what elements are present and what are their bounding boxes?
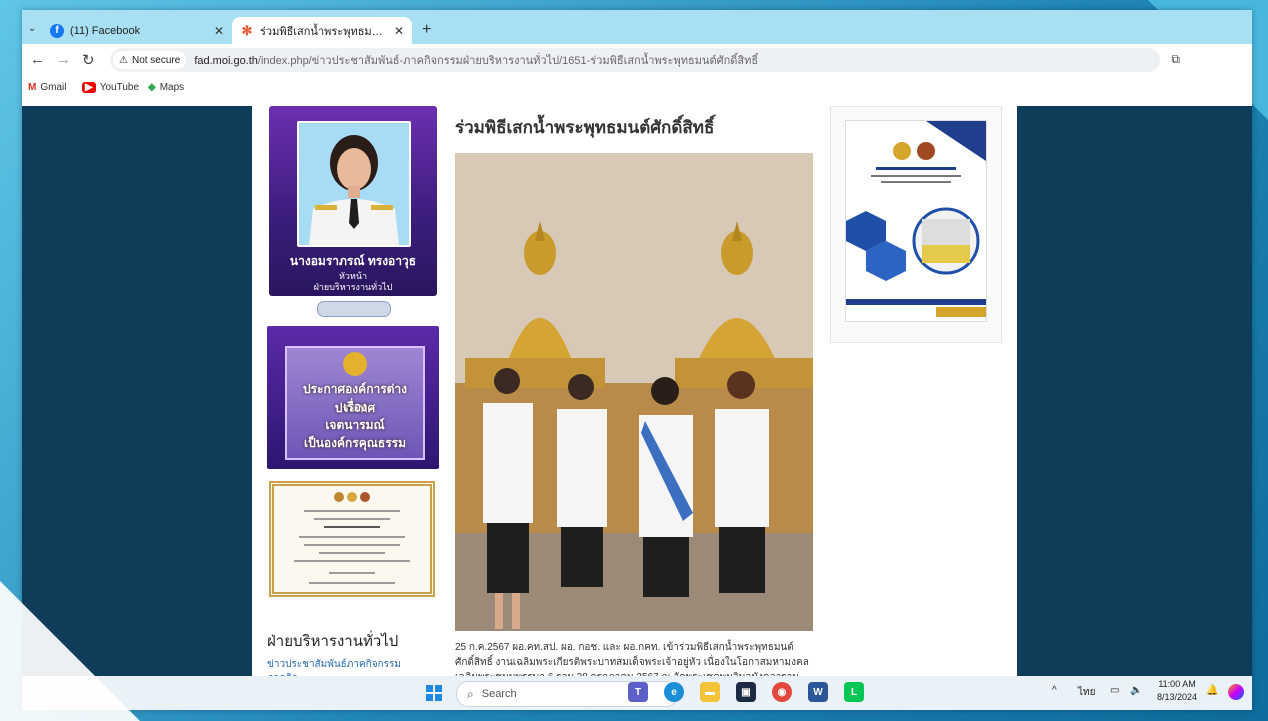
forward-arrow-icon[interactable]: → — [56, 51, 71, 68]
new-tab-button[interactable]: + — [422, 21, 431, 39]
bookmarks-bar: M Gmail ▶ YouTube ◆ Maps — [22, 76, 1252, 102]
word-icon[interactable]: W — [808, 682, 828, 702]
windows-start-icon[interactable] — [426, 685, 442, 701]
caption-line: 25 ก.ค.2567 ผอ.คท.สป. ผอ. กอช. และ ผอ.กค… — [455, 642, 794, 653]
edge-icon[interactable]: e — [664, 682, 684, 702]
campaign-badge-image[interactable] — [317, 301, 391, 317]
ethics-announcement-banner[interactable]: ประกาศองค์การต่างประเทศ เรื่อง เจตนารมณ์… — [267, 326, 439, 469]
clock-date: 8/13/2024 — [1157, 692, 1198, 702]
reload-icon[interactable]: ↻ — [82, 51, 95, 69]
sidebar-heading: ฝ่ายบริหารงานทั่วไป — [267, 633, 399, 650]
certificate-image[interactable] — [269, 481, 435, 597]
address-bar[interactable]: ⚠ Not secure fad.moi.go.th/index.php/ข่า… — [110, 48, 1160, 72]
page-content: นางอมราภรณ์ ทรงอาวุธ หัวหน้า ฝ่ายบริหารง… — [252, 106, 1017, 684]
notification-bell-icon[interactable]: 🔔 — [1206, 685, 1218, 696]
person-portrait-image — [299, 123, 409, 245]
network-icon[interactable]: ▭ — [1110, 685, 1119, 696]
director-department: ฝ่ายบริหารงานทั่วไป — [313, 282, 393, 292]
facebook-icon: f — [50, 23, 64, 38]
ethics-line: เป็นองค์กรคุณธรรม — [303, 436, 406, 450]
file-explorer-icon[interactable]: ▬ — [700, 682, 720, 702]
warning-icon: ⚠ — [119, 54, 128, 66]
chevron-up-icon[interactable]: ^ — [1052, 685, 1057, 696]
ethics-banner-panel: ประกาศองค์การต่างประเทศ เรื่อง เจตนารมณ์… — [285, 346, 425, 460]
article-photo — [455, 153, 813, 631]
bookmark-maps[interactable]: ◆ Maps — [148, 82, 184, 93]
joomla-icon: ✻ — [241, 22, 253, 38]
teams-icon[interactable]: T — [628, 682, 648, 702]
url-path: /index.php/ข่าวประชาสัมพันธ์-ภาคกิจกรรมฝ… — [257, 55, 759, 67]
volume-icon[interactable]: 🔈 — [1130, 685, 1142, 696]
maps-icon: ◆ — [148, 82, 156, 93]
clock-time: 11:00 AM — [1158, 679, 1196, 689]
article-title: ร่วมพิธีเสกน้ำพระพุทธมนต์ศักดิ์สิทธิ์ — [455, 118, 715, 137]
web-page: นางอมราภรณ์ ทรงอาวุธ หัวหน้า ฝ่ายบริหารง… — [22, 106, 1252, 684]
bookmark-youtube[interactable]: ▶ YouTube — [82, 82, 139, 93]
security-chip[interactable]: ⚠ Not secure — [113, 51, 187, 69]
bookmark-label: YouTube — [99, 82, 139, 93]
tab-label: ร่วมพิธีเสกน้ำพระพุทธมนต์ศักดิ์สิทธิ์ — [260, 25, 385, 38]
tab-strip: ⌄ f (11) Facebook ✕ ✻ ร่วมพิธีเสกน้ำพระพ… — [22, 10, 1252, 44]
copilot-icon[interactable] — [1228, 684, 1244, 700]
tab-article[interactable]: ✻ ร่วมพิธีเสกน้ำพระพุทธมนต์ศักดิ์สิทธิ์ … — [232, 17, 412, 44]
close-tab-icon[interactable]: ✕ — [394, 24, 404, 38]
language-indicator[interactable]: ไทย — [1078, 685, 1095, 700]
search-placeholder: Search — [481, 688, 517, 700]
url-text[interactable]: fad.moi.go.th/index.php/ข่าวประชาสัมพันธ… — [194, 51, 758, 69]
director-card[interactable]: นางอมราภรณ์ ทรงอาวุธ หัวหน้า ฝ่ายบริหารง… — [269, 106, 437, 296]
gmail-icon: M — [28, 82, 37, 93]
close-tab-icon[interactable]: ✕ — [214, 24, 224, 38]
youtube-icon: ▶ — [82, 82, 96, 93]
ethics-line: เจตนารมณ์ — [325, 418, 385, 432]
chrome-icon[interactable]: ◉ — [772, 682, 792, 702]
back-arrow-icon[interactable]: ← — [30, 51, 45, 68]
search-icon: ⌕ — [467, 686, 474, 701]
poster-image — [846, 121, 986, 321]
security-label: Not secure — [131, 54, 181, 66]
url-host: fad.moi.go.th — [194, 55, 258, 67]
bookmark-gmail[interactable]: M Gmail — [28, 82, 66, 93]
line-icon[interactable]: L — [844, 682, 864, 702]
tab-label: (11) Facebook — [70, 24, 141, 37]
ceremony-photo-image — [455, 153, 813, 631]
tab-facebook[interactable]: f (11) Facebook ✕ — [42, 17, 232, 44]
certificate-seals — [334, 492, 370, 504]
translate-icon[interactable]: ⧉ — [1171, 52, 1180, 67]
tab-list-chevron-icon[interactable]: ⌄ — [28, 23, 36, 34]
bookmark-label: Maps — [159, 82, 185, 93]
sidebar-link-news[interactable]: ข่าวประชาสัมพันธ์ภาคกิจกรรม — [267, 657, 401, 672]
ethics-assessment-poster[interactable] — [845, 120, 987, 322]
director-portrait — [297, 121, 411, 247]
taskbar-clock[interactable]: 11:00 AM 8/13/2024 — [1157, 678, 1197, 704]
ethics-line: เรื่อง — [343, 400, 367, 414]
right-sidebar-panel — [830, 106, 1002, 343]
caption-line: ศักดิ์สิทธิ์ งานเฉลิมพระเกียรติพระบาทสมเ… — [455, 657, 809, 668]
ministry-seal-icon — [343, 352, 367, 376]
windows-taskbar: ⌕ Search T e ▬ ▣ ◉ W L ^ ไทย ▭ 🔈 11:00 A… — [22, 676, 1252, 710]
bookmark-label: Gmail — [40, 82, 67, 93]
store-icon[interactable]: ▣ — [736, 682, 756, 702]
browser-window: ⌄ f (11) Facebook ✕ ✻ ร่วมพิธีเสกน้ำพระพ… — [22, 10, 1252, 710]
browser-toolbar: ← → ↻ ⚠ Not secure fad.moi.go.th/index.p… — [22, 44, 1252, 76]
